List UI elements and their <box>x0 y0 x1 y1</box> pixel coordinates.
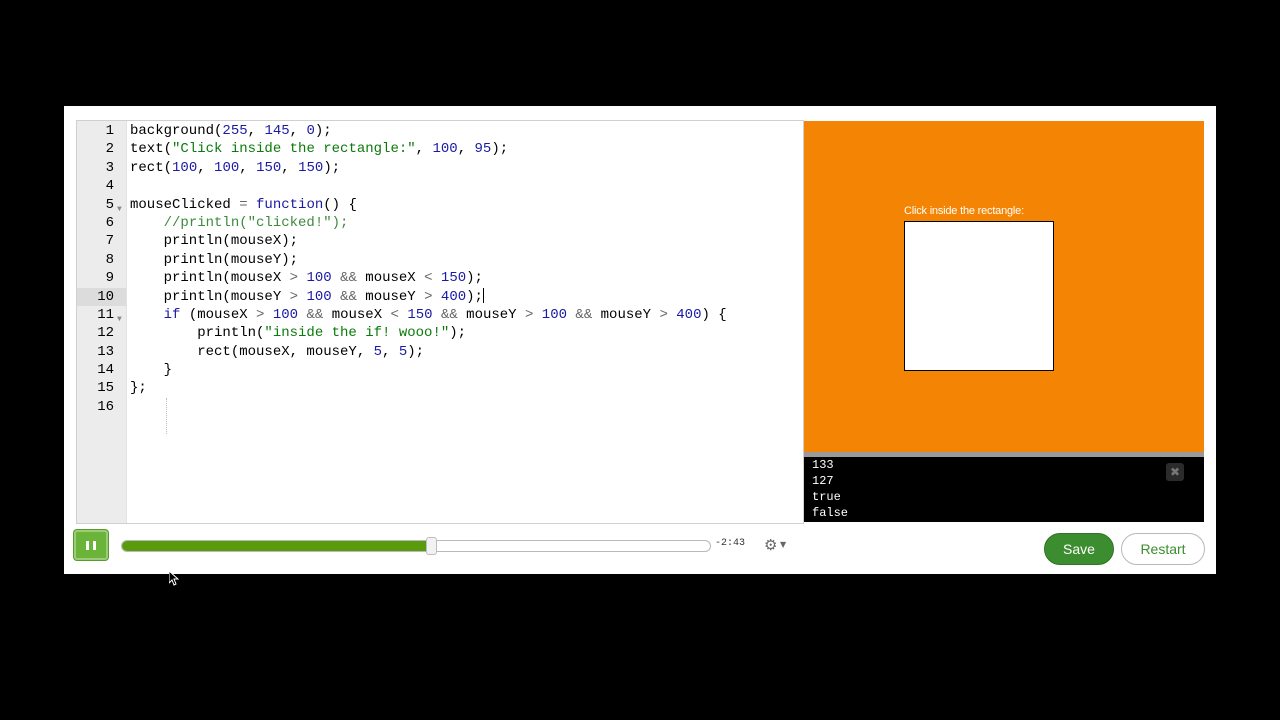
code-line[interactable]: 4 <box>77 177 803 195</box>
code-line[interactable]: 14 } <box>77 361 803 379</box>
output-canvas[interactable]: Click inside the rectangle: <box>804 121 1204 452</box>
line-number: 9 <box>105 270 114 287</box>
line-number: 4 <box>105 178 114 195</box>
code-line[interactable]: 6 //println("clicked!"); <box>77 214 803 232</box>
pause-button[interactable] <box>74 530 108 560</box>
pause-icon <box>86 541 89 550</box>
code-line[interactable]: 15}; <box>77 379 803 397</box>
debug-console: 133 127 true false ✖ <box>804 457 1204 522</box>
code-line[interactable]: 1 background(255, 145, 0); <box>77 122 803 140</box>
line-number: 10 <box>77 287 126 306</box>
gear-icon[interactable]: ⚙ <box>764 536 777 554</box>
restart-button[interactable]: Restart <box>1121 533 1205 565</box>
line-number: 8 <box>105 251 114 268</box>
line-number: 2 <box>105 141 114 158</box>
code-line[interactable]: 11 ▼ if (mouseX > 100 && mouseX < 150 && … <box>77 306 803 324</box>
line-number: 6 <box>105 214 114 231</box>
code-line[interactable]: 12 println("inside the if! wooo!"); <box>77 324 803 342</box>
playback-progress-fill <box>122 541 431 551</box>
code-line[interactable]: 13 rect(mouseX, mouseY, 5, 5); <box>77 343 803 361</box>
line-number: 1 <box>105 123 114 139</box>
code-line[interactable]: 9 println(mouseX > 100 && mouseX < 150); <box>77 269 803 287</box>
code-text: if (mouseX > 100 && mouseX < 150 && mous… <box>163 306 727 323</box>
close-icon[interactable]: ✖ <box>1166 463 1184 481</box>
code-line[interactable]: 10 println(mouseY > 100 && mouseY > 400)… <box>77 287 803 306</box>
console-line: 133 <box>812 458 834 472</box>
time-remaining: -2:43 <box>715 538 746 549</box>
code-text: println("inside the if! wooo!"); <box>130 325 467 342</box>
line-number: 12 <box>97 325 114 342</box>
code-text: println(mouseX); <box>130 233 299 250</box>
code-line[interactable]: 16 <box>77 398 803 416</box>
code-text: rect(mouseX, mouseY, 5, 5); <box>130 343 425 360</box>
code-line[interactable]: 7 println(mouseX); <box>77 232 803 250</box>
code-text: } <box>130 362 173 379</box>
code-line[interactable]: 2 text("Click inside the rectangle:", 100… <box>77 140 803 158</box>
chevron-down-icon[interactable]: ▼ <box>780 540 786 549</box>
line-number: 7 <box>105 233 114 250</box>
mouse-pointer-icon <box>168 569 180 591</box>
playback-progress-bar[interactable] <box>121 540 711 552</box>
console-line: true <box>812 490 841 504</box>
code-line[interactable]: 5 ▼ mouseClicked = function() { <box>77 196 803 214</box>
console-line: 127 <box>812 474 834 488</box>
code-line[interactable]: 3 rect(100, 100, 150, 150); <box>77 159 803 177</box>
line-number: 13 <box>97 343 114 360</box>
canvas-text: Click inside the rectangle: <box>904 205 1024 217</box>
code-text: }; <box>130 380 147 397</box>
pause-icon <box>93 541 96 550</box>
line-number: 3 <box>105 159 114 176</box>
code-text: //println("clicked!"); <box>163 214 349 231</box>
code-text: background(255, 145, 0); <box>130 123 332 139</box>
line-number: 16 <box>97 398 114 415</box>
console-line: false <box>812 506 849 520</box>
code-text: println(mouseY > 100 && mouseY > 400); <box>130 287 484 305</box>
playback-scrubber-handle[interactable] <box>426 537 437 555</box>
code-text: println(mouseX > 100 && mouseX < 150); <box>130 270 483 287</box>
line-number: 14 <box>97 362 114 379</box>
code-line[interactable]: 8 println(mouseY); <box>77 251 803 269</box>
code-editor[interactable]: 1 background(255, 145, 0); 2 text("Click in… <box>76 120 804 524</box>
code-lines[interactable]: 1 background(255, 145, 0); 2 text("Click in… <box>77 121 803 416</box>
save-button[interactable]: Save <box>1044 533 1114 565</box>
code-text: text("Click inside the rectangle:", 100,… <box>130 141 509 158</box>
code-text: println(mouseY); <box>130 251 299 268</box>
canvas-rectangle <box>904 221 1054 371</box>
program-player: 1 background(255, 145, 0); 2 text("Click in… <box>64 106 1216 574</box>
line-number: 15 <box>97 380 114 397</box>
code-text: mouseClicked = function() { <box>130 196 357 213</box>
code-text: rect(100, 100, 150, 150); <box>130 159 341 176</box>
